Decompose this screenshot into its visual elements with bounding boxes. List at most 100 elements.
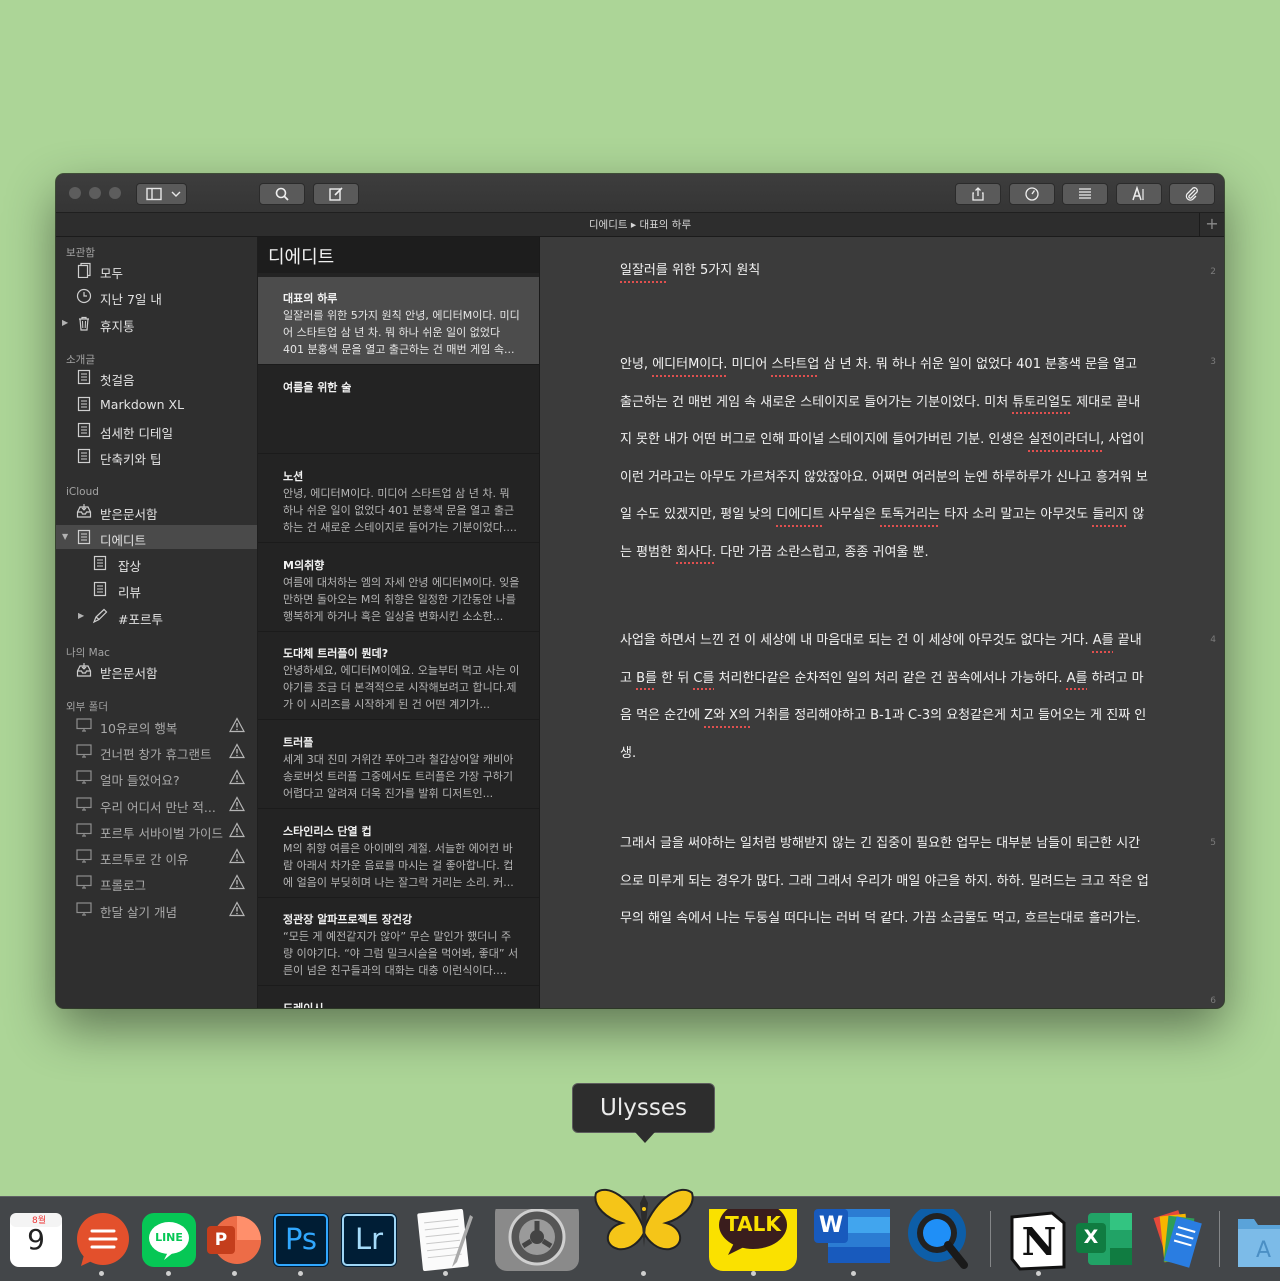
sidebar-toggle-button[interactable] bbox=[136, 183, 187, 205]
dock-app-speeko[interactable] bbox=[72, 1209, 134, 1271]
dock-app-powerpoint[interactable]: P bbox=[203, 1209, 265, 1271]
sidebar-item[interactable]: 포르투 서바이벌 가이드 bbox=[56, 818, 257, 842]
inbox-icon bbox=[76, 662, 92, 678]
sidebar-item[interactable]: 리뷰 bbox=[56, 577, 257, 601]
sidebar-item[interactable]: 얼마 들었어요? bbox=[56, 765, 257, 789]
calendar-day: 9 bbox=[10, 1223, 62, 1256]
sheet-item[interactable]: 여름을 위한 술 bbox=[258, 366, 539, 454]
editor[interactable]: 일잘러를 위한 5가지 원칙 2 안녕, 에디터M이다. 미디어 스타트업 삼 … bbox=[540, 237, 1224, 1008]
outline-button[interactable] bbox=[1062, 183, 1108, 205]
sheet-item[interactable]: M의취향여름에 대처하는 엠의 자세 안녕 에디터M이다. 잊을 만하면 돌아오… bbox=[258, 544, 539, 632]
clock-icon bbox=[76, 288, 92, 304]
attachments-button[interactable] bbox=[1169, 183, 1215, 205]
sidebar-item[interactable]: ▶ 휴지통 bbox=[56, 311, 257, 335]
sidebar-item-label: 잡상 bbox=[118, 556, 141, 575]
sidebar-item[interactable]: ▶#포르투 bbox=[56, 604, 257, 628]
dock-folder-applications[interactable]: A bbox=[1236, 1209, 1280, 1271]
paragraph[interactable]: 일잘러를 위한 5가지 원칙 bbox=[620, 252, 1150, 290]
sheet-excerpt: M의 취향 여름은 아이메의 계절. 서늘한 에어컨 바람 아래서 차가운 음료… bbox=[283, 840, 521, 891]
sheet-path: 디에디트 ▸ 대표의 하루 bbox=[56, 217, 1224, 232]
paragraph[interactable]: 그래서 글을 써야하는 일처럼 방해받지 않는 긴 집중이 필요한 업무는 대부… bbox=[620, 825, 1150, 938]
sidebar-item-label: 우리 어디서 만난 적... bbox=[100, 797, 216, 816]
sheet-title: 대표의 하루 bbox=[283, 290, 337, 306]
running-indicator bbox=[443, 1271, 448, 1276]
running-indicator bbox=[851, 1271, 856, 1276]
sheet-item[interactable]: 노션안녕, 에디터M이다. 미디어 스타트업 삼 년 차. 뭐 하나 쉬운 일이… bbox=[258, 455, 539, 543]
spelling-underline: 일잘러를 bbox=[620, 263, 668, 278]
sidebar-item[interactable]: 받은문서함 bbox=[56, 499, 257, 523]
sidebar-item[interactable]: 10유로의 행복 bbox=[56, 713, 257, 737]
sheet-list-header: 디에디트 bbox=[258, 237, 540, 273]
new-sheet-button[interactable] bbox=[313, 183, 359, 205]
dock-app-ulysses[interactable] bbox=[592, 1209, 696, 1271]
sidebar-item-label: 섬세한 디테일 bbox=[100, 423, 173, 442]
dock-app-textedit[interactable] bbox=[414, 1209, 476, 1271]
sheet-item[interactable]: 대표의 하루일잘러를 위한 5가지 원칙 안녕, 에디터M이다. 미디어 스타트… bbox=[258, 277, 539, 365]
sheet-item[interactable]: 정관장 알파프로젝트 장건강“모든 게 예전같지가 않아” 무슨 말인가 했더니… bbox=[258, 898, 539, 986]
running-indicator bbox=[99, 1271, 104, 1276]
disclosure-closed-icon[interactable]: ▶ bbox=[62, 318, 68, 327]
sheet-item[interactable]: 스타인리스 단열 컵M의 취향 여름은 아이메의 계절. 서늘한 에어컨 바람 … bbox=[258, 810, 539, 898]
dock-app-calendar[interactable]: 8월 9 bbox=[6, 1209, 62, 1271]
dock-app-notion[interactable]: N bbox=[1006, 1209, 1068, 1271]
ulysses-window: 디에디트 ▸ 대표의 하루 + 보관함모두지난 7일 내▶휴지통소개글첫걸음Ma… bbox=[56, 174, 1224, 1008]
dock-app-photoshop[interactable]: Ps bbox=[270, 1209, 332, 1271]
sidebar-item[interactable]: 한달 살기 개념 bbox=[56, 897, 257, 921]
dock-app-lightroom[interactable]: Lr bbox=[338, 1209, 400, 1271]
sidebar-item[interactable]: 단축키와 팁 bbox=[56, 444, 257, 468]
butterfly-icon bbox=[592, 1183, 696, 1253]
sheet-title: 정관장 알파프로젝트 장건강 bbox=[283, 911, 412, 927]
add-button[interactable]: + bbox=[1199, 213, 1224, 237]
sheet-item[interactable]: 도레이시 bbox=[258, 987, 539, 1008]
disclosure-closed-icon[interactable]: ▶ bbox=[78, 611, 84, 620]
spelling-underline: B를 bbox=[636, 671, 657, 686]
sidebar-item[interactable]: 첫걸음 bbox=[56, 365, 257, 389]
sidebar-item[interactable]: ▼디에디트 bbox=[56, 525, 257, 549]
sidebar-item[interactable]: 건너편 창가 휴그랜트 bbox=[56, 739, 257, 763]
share-button[interactable] bbox=[955, 183, 1001, 205]
sheet-excerpt bbox=[283, 396, 521, 447]
sidebar-item[interactable]: 잡상 bbox=[56, 551, 257, 575]
dock-app-quicktime[interactable] bbox=[906, 1209, 972, 1271]
disclosure-open-icon[interactable]: ▼ bbox=[62, 532, 68, 541]
dock-app-stacked-docs[interactable] bbox=[1140, 1209, 1202, 1271]
sidebar-item[interactable]: Markdown XL bbox=[56, 392, 257, 416]
powerpoint-letter: P bbox=[207, 1230, 235, 1250]
dock-app-system-preferences[interactable] bbox=[494, 1209, 580, 1271]
close-window-button[interactable] bbox=[69, 187, 81, 199]
paragraph[interactable]: 안녕, 에디터M이다. 미디어 스타트업 삼 년 차. 뭐 하나 쉬운 일이 없… bbox=[620, 346, 1150, 571]
sidebar-item[interactable]: 포르투로 간 이유 bbox=[56, 844, 257, 868]
markup-button[interactable] bbox=[1116, 183, 1162, 205]
sheet-item[interactable]: 트러플세계 3대 진미 거위간 푸아그라 철갑상어알 캐비아 송로버섯 트러플 … bbox=[258, 721, 539, 809]
paragraph[interactable]: 사업을 하면서 느낀 건 이 세상에 내 마음대로 되는 건 이 세상에 아무것… bbox=[620, 622, 1150, 772]
minimize-window-button[interactable] bbox=[89, 187, 101, 199]
zoom-window-button[interactable] bbox=[109, 187, 121, 199]
spelling-underline: Z와 X의 bbox=[704, 708, 750, 723]
sidebar-item[interactable]: 우리 어디서 만난 적... bbox=[56, 792, 257, 816]
spelling-underline: 들리지 bbox=[1092, 507, 1128, 522]
dock-app-word[interactable]: W bbox=[810, 1209, 892, 1271]
spelling-underline: A를 bbox=[1093, 633, 1114, 648]
sidebar-item[interactable]: 받은문서함 bbox=[56, 658, 257, 682]
goals-button[interactable] bbox=[1009, 183, 1055, 205]
warning-icon bbox=[229, 874, 245, 890]
sidebar-item-label: 휴지통 bbox=[100, 316, 135, 335]
sheet-item[interactable]: 도대체 트러플이 뭔데?안녕하세요, 에디터M이에요. 오늘부터 먹고 사는 이… bbox=[258, 632, 539, 720]
sidebar-item-label: 건너편 창가 휴그랜트 bbox=[100, 744, 211, 763]
sidebar-item[interactable]: 모두 bbox=[56, 258, 257, 282]
monitor-icon bbox=[76, 822, 92, 838]
monitor-icon bbox=[76, 874, 92, 890]
sheet-excerpt: 세계 3대 진미 거위간 푸아그라 철갑상어알 캐비아 송로버섯 트러플 그중에… bbox=[283, 751, 521, 802]
dock-app-kakaotalk[interactable]: TALK bbox=[708, 1209, 798, 1271]
sidebar-item[interactable]: 프롤로그 bbox=[56, 870, 257, 894]
dock-app-excel[interactable]: X bbox=[1074, 1209, 1134, 1271]
gear-icon bbox=[494, 1209, 580, 1271]
dock-app-line[interactable]: LINE bbox=[138, 1209, 200, 1271]
search-button[interactable] bbox=[259, 183, 305, 205]
sidebar-item[interactable]: 지난 7일 내 bbox=[56, 284, 257, 308]
photoshop-letters: Ps bbox=[273, 1222, 329, 1256]
font-icon bbox=[1131, 186, 1147, 202]
running-indicator bbox=[751, 1271, 756, 1276]
sidebar-item[interactable]: 섬세한 디테일 bbox=[56, 418, 257, 442]
sidebar-item-label: 포르투로 간 이유 bbox=[100, 849, 188, 868]
